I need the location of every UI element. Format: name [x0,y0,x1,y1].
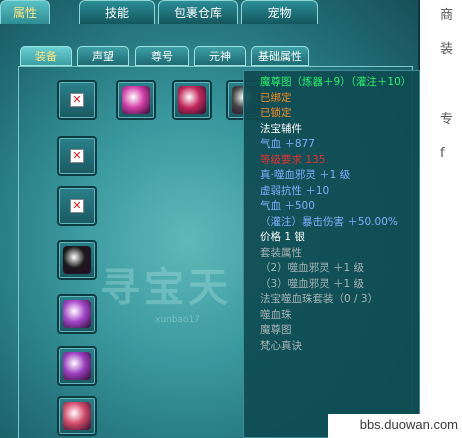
tooltip-line: 等级要求 135 [260,153,326,166]
tab-pets[interactable]: 宠物 [241,0,318,24]
pink-orb-icon [122,86,150,114]
equipment-slot[interactable] [116,80,156,120]
side-text: 专 [440,112,454,127]
equipment-slot-empty[interactable]: ✕ [57,186,97,226]
empty-slot-icon: ✕ [70,149,84,163]
equipment-slot-empty[interactable]: ✕ [57,80,97,120]
tooltip-line: 气血 ＋500 [260,200,315,212]
tooltip-line: （3）噬血邪灵 ＋1 级 [260,277,365,290]
demon-mask-icon [178,86,206,114]
top-tab-bar: 属性 技能 包裹仓库 宠物 [0,0,420,26]
tab-bag-storage[interactable]: 包裹仓库 [158,0,238,24]
subtab-title[interactable]: 尊号 [135,46,189,66]
tooltip-line: 已绑定 [260,91,292,104]
tooltip-line: 噬血珠 [260,308,292,321]
tooltip-line: 魔尊图（炼器＋9）（灌注＋10） [260,76,412,88]
subtab-equipment[interactable]: 装备 [20,46,72,66]
site-logo-watermark: 寻宝天 [100,264,232,311]
side-text: f [440,146,445,161]
equipment-slot[interactable] [172,80,212,120]
equipment-slot[interactable] [57,396,97,436]
tooltip-line: 真·噬血邪灵 ＋1 级 [260,169,351,181]
side-text: 商 [440,8,454,23]
purple-bracer-icon [63,352,91,380]
equipment-slot[interactable] [57,346,97,386]
red-gem-icon [63,402,91,430]
tooltip-line: 价格 1 银 [260,231,305,243]
equipment-slot-empty[interactable]: ✕ [57,136,97,176]
equipment-slot[interactable] [57,240,97,280]
empty-slot-icon: ✕ [70,93,84,107]
page-margin [420,0,462,438]
site-logo-url: xunbao17 [155,315,200,325]
side-text: 装 [440,42,454,57]
tooltip-line: 套装属性 [260,246,302,259]
tooltip-line: 法宝噬血珠套装（0 / 3） [260,293,379,305]
tab-attributes[interactable]: 属性 [0,0,50,24]
tooltip-line: 魔尊图 [260,324,292,336]
tooltip-line: 法宝辅件 [260,122,302,135]
purple-bracer-icon [63,300,91,328]
tooltip-line: 虚弱抗性 ＋10 [260,184,330,197]
tooltip-line: 梵心真诀 [260,339,302,352]
item-tooltip: 魔尊图（炼器＋9）（灌注＋10） 已绑定已锁定法宝辅件气血 ＋877 等级要求 13… [243,70,420,438]
tooltip-line: （灌注）暴击伤害 ＋50.00% [260,215,398,228]
tab-skills[interactable]: 技能 [79,0,155,24]
amulet-icon [63,246,91,274]
equipment-slot[interactable] [57,294,97,334]
subtab-reputation[interactable]: 声望 [77,46,129,66]
tooltip-line: 气血 ＋877 [260,138,315,150]
subtab-base-attributes[interactable]: 基础属性 [251,46,309,66]
tooltip-line: 已锁定 [260,107,292,119]
site-watermark: bbs.duowan.com [328,414,462,438]
tooltip-line: （2）噬血邪灵 ＋1 级 [260,262,365,274]
subtab-spirit[interactable]: 元神 [194,46,246,66]
empty-slot-icon: ✕ [70,199,84,213]
